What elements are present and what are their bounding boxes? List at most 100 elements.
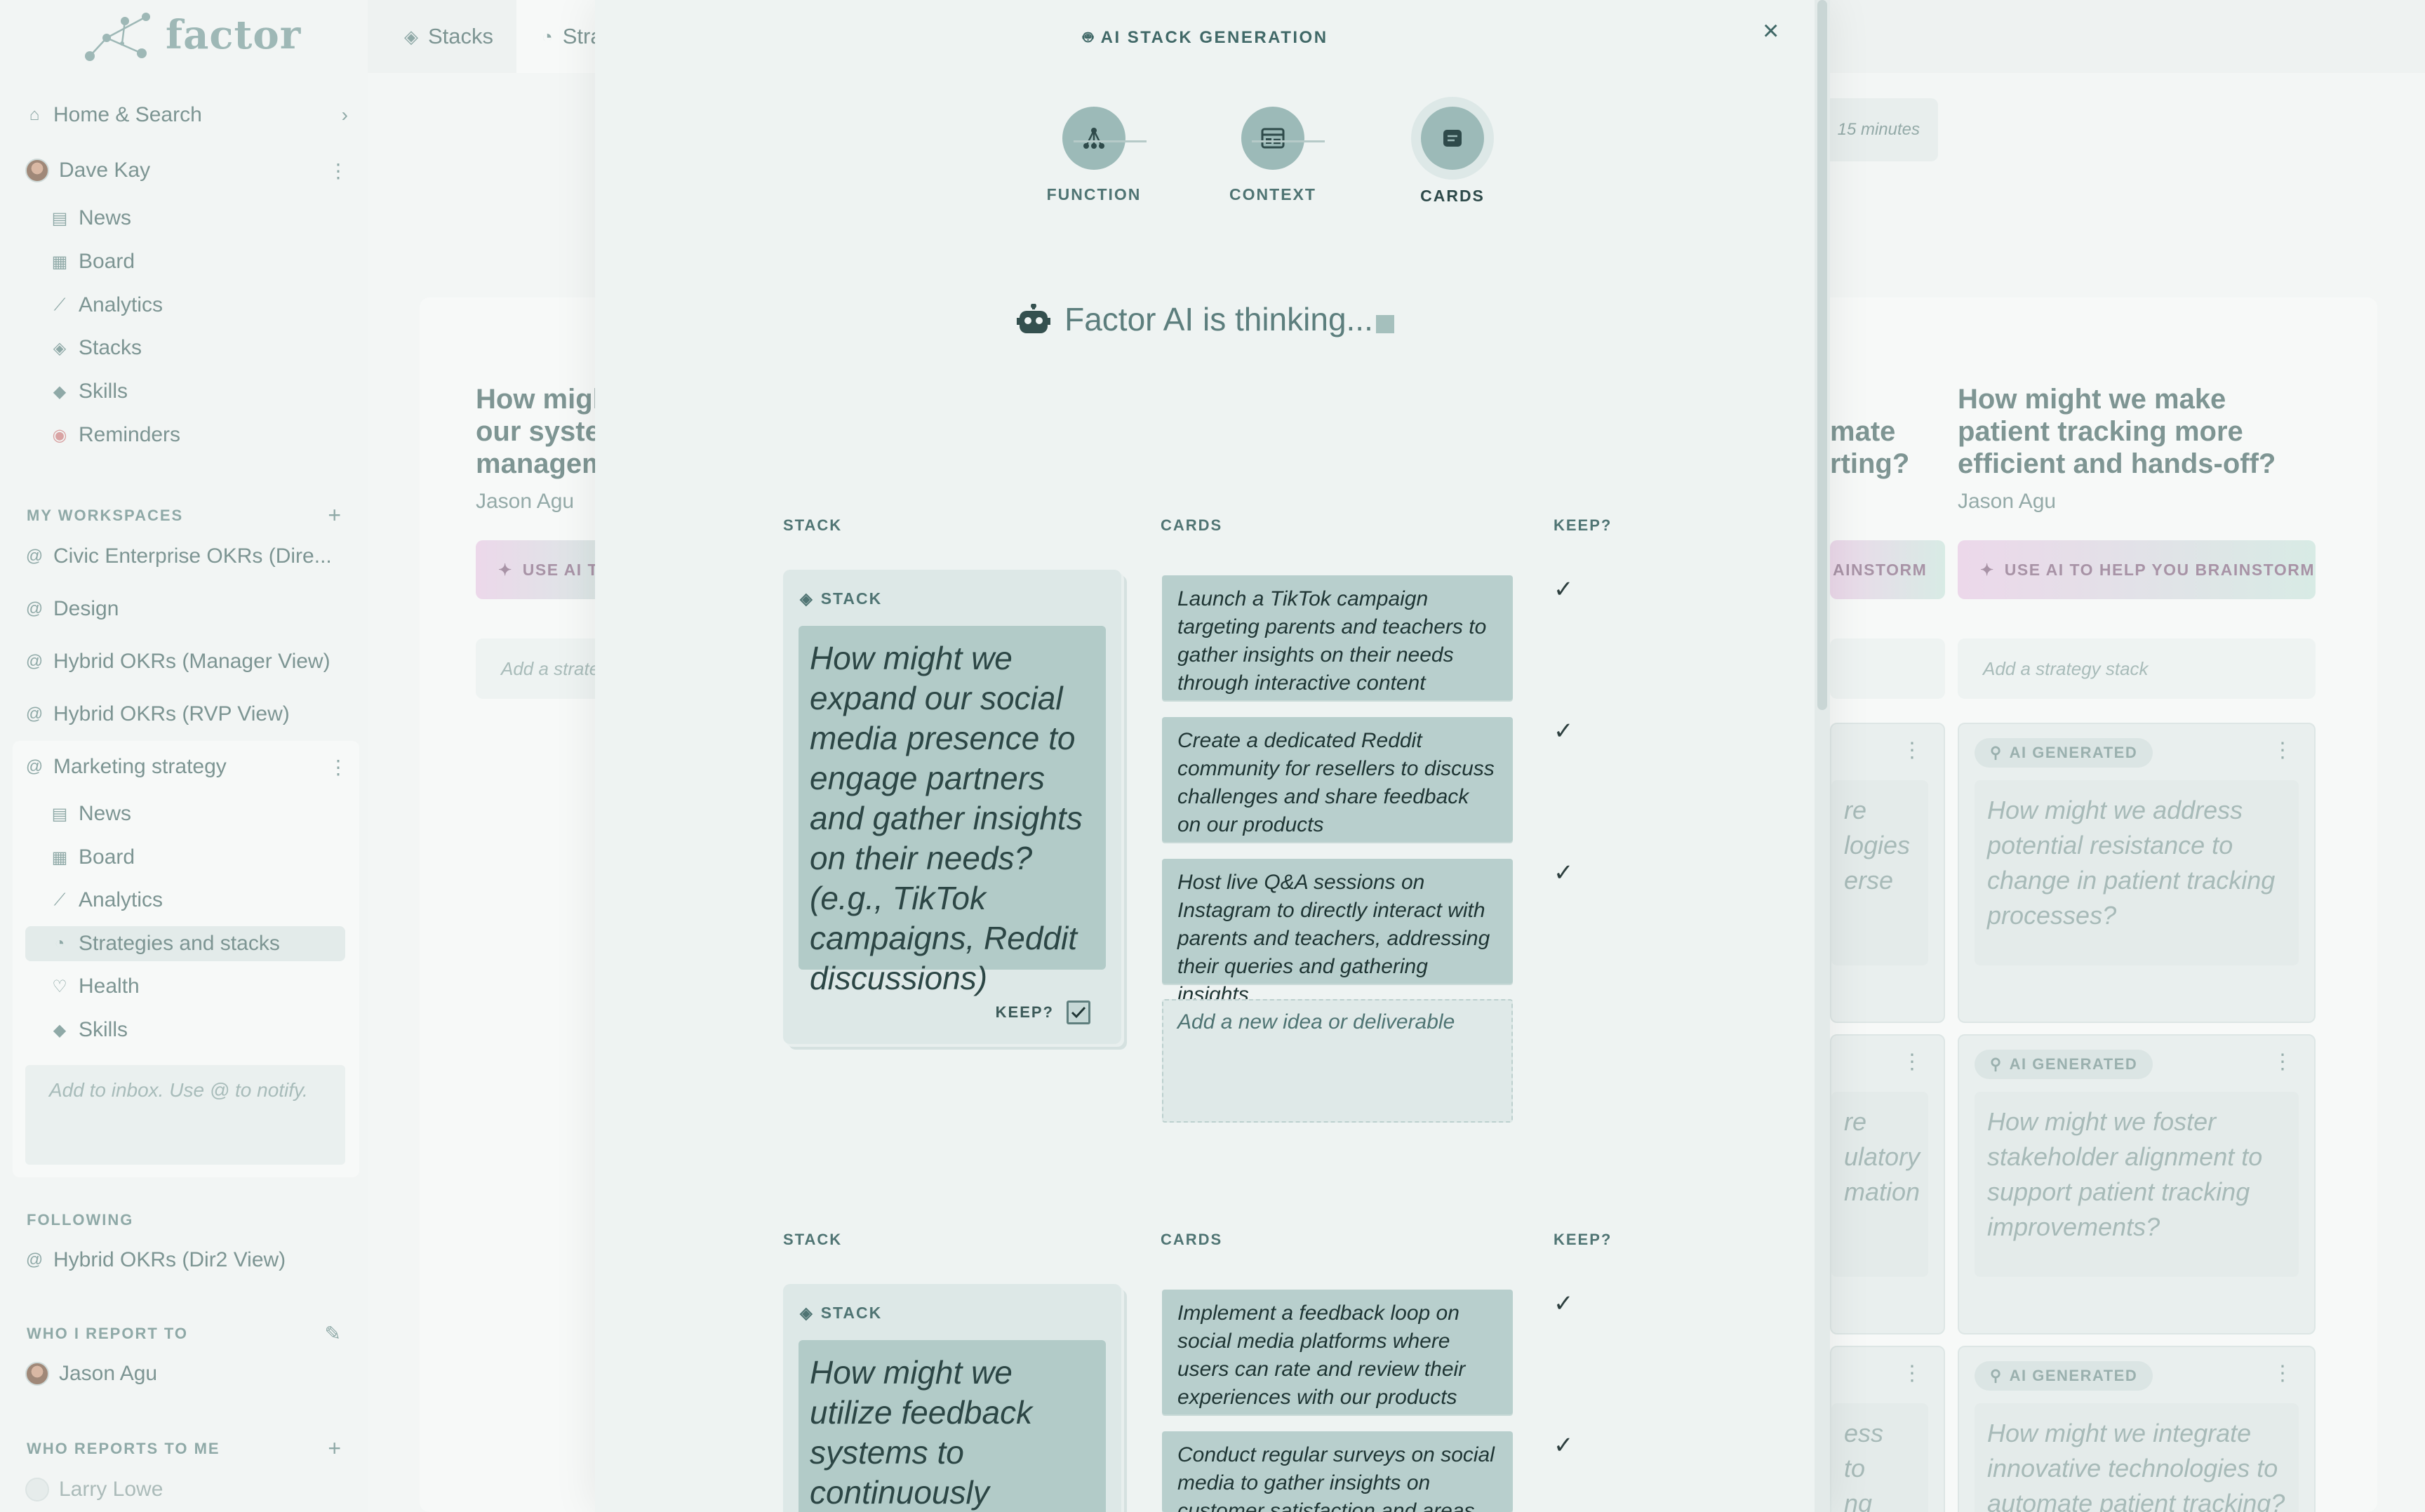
strategy-card[interactable]: ⋮ re logies erse bbox=[1830, 723, 1945, 1023]
workspace-item[interactable]: @ Civic Enterprise OKRs (Dire... bbox=[25, 539, 348, 574]
sidebar-item-skills[interactable]: ◆ Skills bbox=[51, 1012, 345, 1048]
scrollbar-thumb[interactable] bbox=[1817, 0, 1827, 710]
add-strategy-input[interactable] bbox=[1830, 638, 1945, 699]
keep-check-icon[interactable]: ✓ bbox=[1554, 859, 1574, 887]
context-icon bbox=[1241, 107, 1304, 170]
hierarchy-icon bbox=[1062, 107, 1125, 170]
home-label: Home & Search bbox=[53, 103, 202, 126]
sidebar-item-analytics[interactable]: ⟋ Analytics bbox=[51, 883, 345, 918]
more-vertical-icon[interactable]: ⋮ bbox=[1902, 1050, 1923, 1074]
user-row[interactable]: Dave Kay ⋮ bbox=[25, 153, 348, 188]
stack-keep[interactable]: KEEP? bbox=[996, 1001, 1090, 1024]
tab-stacks[interactable]: ◈ Stacks bbox=[379, 0, 519, 73]
button-label: USE AI TO HELP YOU BRAINSTORM bbox=[2004, 560, 2316, 579]
workspace-item[interactable]: @ Hybrid OKRs (Manager View) bbox=[25, 644, 348, 679]
keep-check-icon[interactable]: ✓ bbox=[1554, 575, 1574, 603]
idea-card[interactable]: Conduct regular surveys on social media … bbox=[1162, 1431, 1513, 1512]
workspace-item-marketing[interactable]: @ Marketing strategy ⋮ bbox=[25, 749, 348, 784]
sidebar-item-reminders[interactable]: ◉ Reminders bbox=[51, 417, 345, 453]
stack-card[interactable]: ◈ STACK How might we utilize feedback sys… bbox=[783, 1284, 1121, 1512]
ai-brainstorm-button[interactable]: ✦ USE AI TO HELP YOU BRAINSTORM bbox=[1958, 540, 2316, 599]
more-vertical-icon[interactable]: ⋮ bbox=[2272, 1050, 2293, 1074]
step-context[interactable]: CONTEXT bbox=[1203, 107, 1343, 204]
sidebar-item-skills[interactable]: ◆ Skills bbox=[51, 374, 345, 409]
strategy-card[interactable]: ⋮ re ulatory mation bbox=[1830, 1034, 1945, 1334]
keep-check-icon[interactable]: ✓ bbox=[1554, 717, 1574, 745]
card-text: re logies erse bbox=[1831, 780, 1928, 965]
modal-title-text: AI STACK GENERATION bbox=[1100, 28, 1328, 47]
sidebar-item-strategies[interactable]: ◔ Strategies and stacks bbox=[25, 926, 345, 961]
more-vertical-icon[interactable]: ⋮ bbox=[328, 756, 348, 779]
add-workspace-icon[interactable]: + bbox=[328, 502, 342, 528]
at-icon: @ bbox=[25, 704, 44, 723]
sidebar-item-label: Skills bbox=[79, 1018, 128, 1041]
more-vertical-icon[interactable]: ⋮ bbox=[2272, 1361, 2293, 1386]
stack-question[interactable]: How might we utilize feedback systems to… bbox=[799, 1340, 1106, 1512]
home-icon: ⌂ bbox=[29, 105, 40, 124]
add-idea-input[interactable]: Add a new idea or deliverable bbox=[1162, 999, 1513, 1123]
sidebar-item-board[interactable]: ▦ Board bbox=[51, 840, 345, 875]
strategy-card[interactable]: ⋮ ess to ng bbox=[1830, 1346, 1945, 1512]
sparkle-icon: ✦ bbox=[498, 560, 513, 579]
add-report-icon[interactable]: + bbox=[328, 1436, 342, 1461]
ai-generated-badge: ⚲ AI GENERATED bbox=[1975, 1050, 2153, 1079]
inbox-input[interactable]: Add to inbox. Use @ to notify. bbox=[25, 1065, 345, 1165]
heart-icon: ♡ bbox=[52, 977, 67, 996]
step-label: FUNCTION bbox=[1046, 185, 1142, 203]
sidebar-item-news[interactable]: ▤ News bbox=[51, 201, 345, 236]
close-icon[interactable]: × bbox=[1763, 15, 1779, 47]
edit-pencil-icon[interactable]: ✎ bbox=[325, 1322, 342, 1345]
section-label: WHO I REPORT TO bbox=[27, 1324, 189, 1342]
add-strategy-input[interactable]: Add a strategy stack bbox=[1958, 638, 2316, 699]
sidebar-item-stacks[interactable]: ◈ Stacks bbox=[51, 330, 345, 366]
stack-header: ◈ STACK bbox=[800, 1304, 882, 1323]
ai-brainstorm-button[interactable]: AINSTORM bbox=[1830, 540, 1945, 599]
analytics-icon: ⟋ bbox=[53, 890, 66, 909]
more-vertical-icon[interactable]: ⋮ bbox=[2272, 738, 2293, 763]
idea-card[interactable]: Launch a TikTok campaign targeting paren… bbox=[1162, 575, 1513, 700]
stack-question[interactable]: How might we expand our social media pre… bbox=[799, 626, 1106, 996]
stack-header: ◈ STACK bbox=[800, 589, 882, 608]
card-text: How might we address potential resistanc… bbox=[1975, 780, 2299, 965]
following-label: Hybrid OKRs (Dir2 View) bbox=[53, 1248, 286, 1271]
strategy-card[interactable]: ⚲ AI GENERATED ⋮ How might we address pot… bbox=[1958, 723, 2316, 1023]
card-icon bbox=[1421, 107, 1484, 170]
sidebar-item-health[interactable]: ♡ Health bbox=[51, 969, 345, 1004]
strategy-card[interactable]: ⚲ AI GENERATED ⋮ How might we integrate i… bbox=[1958, 1346, 2316, 1512]
sidebar-item-analytics[interactable]: ⟋ Analytics bbox=[51, 288, 345, 323]
logo-mark-icon bbox=[85, 13, 150, 61]
keep-check-icon[interactable]: ✓ bbox=[1554, 1290, 1574, 1318]
column-title[interactable]: How might we make patient tracking more … bbox=[1958, 383, 2276, 480]
sidebar-item-label: Analytics bbox=[79, 888, 163, 911]
column-title[interactable]: mate rting? bbox=[1830, 415, 1909, 480]
idea-card[interactable]: Implement a feedback loop on social medi… bbox=[1162, 1290, 1513, 1414]
reports-item[interactable]: Larry Lowe bbox=[25, 1472, 348, 1507]
strategy-card[interactable]: ⚲ AI GENERATED ⋮ How might we foster stak… bbox=[1958, 1034, 2316, 1334]
workspace-item[interactable]: @ Design bbox=[25, 591, 348, 627]
more-vertical-icon[interactable]: ⋮ bbox=[1902, 738, 1923, 763]
sidebar-item-board[interactable]: ▦ Board bbox=[51, 244, 345, 279]
stack-card[interactable]: ◈ STACK How might we expand our social me… bbox=[783, 570, 1121, 1044]
step-label: CARDS bbox=[1420, 187, 1485, 205]
idea-card[interactable]: Host live Q&A sessions on Instagram to d… bbox=[1162, 859, 1513, 1006]
sidebar-item-news[interactable]: ▤ News bbox=[51, 796, 345, 831]
idea-card[interactable]: Create a dedicated Reddit community for … bbox=[1162, 717, 1513, 842]
step-function[interactable]: FUNCTION bbox=[1024, 107, 1164, 204]
step-cards[interactable]: CARDS bbox=[1382, 107, 1523, 206]
step-label: CONTEXT bbox=[1229, 185, 1316, 203]
workspace-item[interactable]: @ Hybrid OKRs (RVP View) bbox=[25, 697, 348, 732]
factor-logo[interactable]: factor bbox=[83, 7, 301, 63]
more-vertical-icon[interactable]: ⋮ bbox=[328, 159, 348, 182]
keep-checkbox[interactable] bbox=[1067, 1001, 1090, 1024]
sidebar-item-label: Board bbox=[79, 250, 135, 273]
at-icon: @ bbox=[25, 547, 44, 566]
robot-icon: 🤖︎ bbox=[1083, 28, 1095, 47]
card-text: re ulatory mation bbox=[1831, 1092, 1928, 1277]
report-to-item[interactable]: Jason Agu bbox=[25, 1356, 348, 1391]
more-vertical-icon[interactable]: ⋮ bbox=[1902, 1361, 1923, 1386]
modal-scrollbar[interactable] bbox=[1815, 0, 1830, 1512]
column-title[interactable]: How migh our syster managem bbox=[476, 383, 611, 480]
keep-check-icon[interactable]: ✓ bbox=[1554, 1431, 1574, 1459]
following-item[interactable]: @ Hybrid OKRs (Dir2 View) bbox=[25, 1243, 348, 1278]
home-search-link[interactable]: ⌂ Home & Search › bbox=[25, 98, 348, 133]
